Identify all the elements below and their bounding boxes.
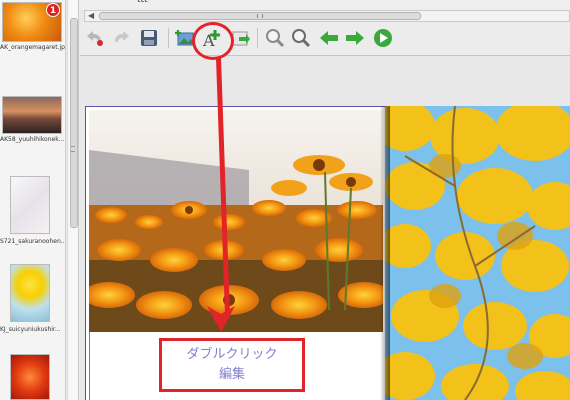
prev-arrow-icon xyxy=(320,31,338,45)
photo-orange-flowers xyxy=(89,110,383,332)
zoom-in-icon xyxy=(292,29,311,48)
zoom-out-icon xyxy=(266,29,285,48)
scroll-grip-icon xyxy=(257,14,263,18)
page-right-photo[interactable] xyxy=(385,106,570,400)
prev-button[interactable] xyxy=(318,27,340,49)
zoom-out-button[interactable] xyxy=(264,27,286,49)
next-button[interactable] xyxy=(344,27,366,49)
photo-frame-left[interactable] xyxy=(89,110,383,332)
page-spine-shadow xyxy=(380,106,390,400)
thumbnail-image[interactable] xyxy=(2,96,62,134)
text-placeholder-line2: 編集 xyxy=(218,367,245,382)
thumbnail-image[interactable] xyxy=(10,176,50,234)
thumbnail-sidebar: 1 AK_orangemagaret.jpg AK58_yuuhihikonek… xyxy=(0,0,66,400)
next-arrow-icon xyxy=(346,31,364,45)
top-strip: ttt xyxy=(80,0,570,10)
scrollbar-thumb[interactable] xyxy=(70,18,78,228)
text-placeholder-line1: ダブルクリック xyxy=(186,347,278,362)
thumbnail-caption: AK_orangemagaret.jpg xyxy=(0,44,66,51)
scrollbar-thumb[interactable] xyxy=(99,12,421,20)
toolbar-separator xyxy=(168,28,169,48)
thumbnail-image[interactable] xyxy=(10,354,50,400)
thumbnail-caption: KJ_suicyuniukushir... xyxy=(0,326,61,333)
annotation-arrowhead-icon xyxy=(207,306,235,332)
photo-ginkgo-tree xyxy=(385,106,570,400)
zoom-in-button[interactable] xyxy=(290,27,312,49)
redo-button[interactable] xyxy=(110,27,132,49)
play-button[interactable] xyxy=(372,27,394,49)
save-icon xyxy=(141,30,157,46)
selection-count-badge: 1 xyxy=(46,3,60,17)
toolbar: A xyxy=(80,22,570,56)
toolbar-separator xyxy=(257,28,258,48)
save-button[interactable] xyxy=(138,27,160,49)
thumbnail-image[interactable] xyxy=(10,264,50,322)
export-icon xyxy=(232,31,250,46)
photobook-editor: 1 AK_orangemagaret.jpg AK58_yuuhihikonek… xyxy=(0,0,570,400)
scroll-left-icon[interactable]: ◀ xyxy=(88,11,94,21)
thumbnail-caption: S721_sakuranoohen... xyxy=(0,238,66,245)
undo-button[interactable] xyxy=(84,27,106,49)
text-placeholder-box[interactable]: ダブルクリック 編集 xyxy=(159,338,305,392)
redo-icon xyxy=(115,31,129,42)
sidebar-scrollbar[interactable] xyxy=(67,0,79,400)
thumbnail-caption: AK58_yuuhihikonek... xyxy=(0,136,65,143)
play-icon xyxy=(374,29,392,47)
scroll-grip-icon xyxy=(71,146,75,152)
horizontal-scrollbar[interactable]: ◀ xyxy=(84,10,570,22)
undo-icon xyxy=(87,31,103,46)
top-stub-text: ttt xyxy=(137,0,148,5)
annotation-circle xyxy=(192,22,234,60)
